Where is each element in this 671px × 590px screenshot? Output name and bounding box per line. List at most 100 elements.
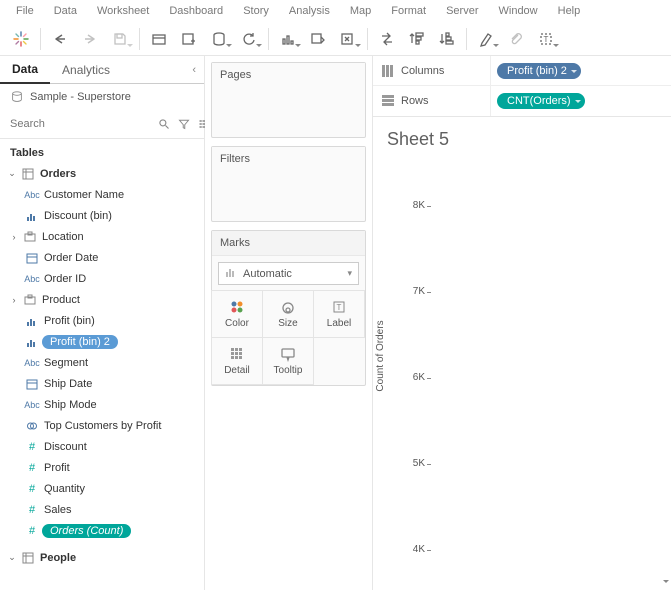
rows-shelf[interactable]: Rows CNT(Orders) [373, 86, 671, 116]
number-icon: # [22, 483, 42, 495]
menu-analysis[interactable]: Analysis [279, 2, 340, 20]
collapse-pane-icon[interactable]: ‹ [184, 64, 204, 76]
ytick-8k: 8K [391, 200, 431, 211]
menu-data[interactable]: Data [44, 2, 87, 20]
rows-pill-cnt-orders[interactable]: CNT(Orders) [497, 93, 585, 109]
menu-map[interactable]: Map [340, 2, 381, 20]
histogram-icon [22, 315, 42, 327]
field-discount-bin[interactable]: Discount (bin) [0, 205, 204, 226]
swap-icon[interactable] [273, 24, 303, 54]
search-icon[interactable] [158, 115, 170, 133]
menu-server[interactable]: Server [436, 2, 488, 20]
duplicate-icon[interactable] [204, 24, 234, 54]
chart-view[interactable]: Count of Orders 8K 7K 6K 5K 4K [373, 156, 671, 590]
marks-empty-cell [313, 337, 365, 385]
text-format-icon[interactable]: T [531, 24, 561, 54]
menu-story[interactable]: Story [233, 2, 279, 20]
set-icon [22, 420, 42, 432]
menu-dashboard[interactable]: Dashboard [159, 2, 233, 20]
marks-detail-button[interactable]: Detail [211, 337, 263, 385]
menu-help[interactable]: Help [548, 2, 591, 20]
field-customer-name[interactable]: AbcCustomer Name [0, 184, 204, 205]
sort-descending-icon[interactable] [432, 24, 462, 54]
tree-people[interactable]: ⌄People [0, 547, 204, 568]
field-top-customers[interactable]: Top Customers by Profit [0, 415, 204, 436]
tab-analytics[interactable]: Analytics [50, 56, 122, 84]
tableau-logo-icon[interactable] [6, 24, 36, 54]
sort-ascending-icon[interactable] [402, 24, 432, 54]
pages-shelf[interactable]: Pages [211, 62, 366, 138]
histogram-icon [22, 210, 42, 222]
field-order-date[interactable]: Order Date [0, 247, 204, 268]
date-icon [22, 378, 42, 390]
menu-bar: File Data Worksheet Dashboard Story Anal… [0, 0, 671, 22]
field-sales[interactable]: #Sales [0, 499, 204, 520]
folder-icon [20, 231, 40, 243]
y-axis-label: Count of Orders [375, 276, 386, 436]
ytick-5k: 5K [391, 458, 431, 469]
save-icon[interactable] [105, 24, 135, 54]
toolbar: T [0, 22, 671, 56]
refresh-icon[interactable] [234, 24, 264, 54]
sort-asc-shelf-icon[interactable] [303, 24, 333, 54]
rows-icon [381, 94, 395, 108]
mark-type-dropdown[interactable]: Automatic▾ [218, 262, 359, 285]
field-ship-date[interactable]: Ship Date [0, 373, 204, 394]
tree-orders[interactable]: ⌄Orders [0, 163, 204, 184]
svg-text:T: T [337, 303, 342, 312]
tables-header: Tables [0, 139, 204, 163]
marks-tooltip-button[interactable]: Tooltip [262, 337, 314, 385]
search-input[interactable] [8, 114, 154, 134]
number-icon: # [22, 462, 42, 474]
abc-icon: Abc [22, 274, 42, 284]
sheet-title[interactable]: Sheet 5 [373, 117, 671, 156]
field-profit[interactable]: #Profit [0, 457, 204, 478]
field-product[interactable]: ›Product [0, 289, 204, 310]
field-segment[interactable]: AbcSegment [0, 352, 204, 373]
columns-shelf[interactable]: Columns Profit (bin) 2 [373, 56, 671, 86]
redo-icon[interactable] [75, 24, 105, 54]
new-data-source-icon[interactable] [144, 24, 174, 54]
highlight-icon[interactable] [471, 24, 501, 54]
field-orders-count[interactable]: #Orders (Count) [0, 520, 204, 541]
new-worksheet-icon[interactable] [174, 24, 204, 54]
menu-worksheet[interactable]: Worksheet [87, 2, 159, 20]
marks-header: Marks [212, 231, 365, 256]
menu-format[interactable]: Format [381, 2, 436, 20]
datasource-name: Sample - Superstore [30, 91, 131, 103]
undo-icon[interactable] [45, 24, 75, 54]
number-icon: # [22, 441, 42, 453]
svg-text:T: T [544, 35, 549, 44]
datasource-row[interactable]: Sample - Superstore [0, 84, 204, 110]
columns-pill-profit-bin-2[interactable]: Profit (bin) 2 [497, 63, 581, 79]
marks-card: Marks Automatic▾ Color Size TLabel Detai… [211, 230, 366, 386]
ytick-4k: 4K [391, 544, 431, 555]
field-profit-bin-2[interactable]: Profit (bin) 2 [0, 331, 204, 352]
marks-label-button[interactable]: TLabel [313, 290, 365, 338]
menu-window[interactable]: Window [489, 2, 548, 20]
field-profit-bin[interactable]: Profit (bin) [0, 310, 204, 331]
tab-data[interactable]: Data [0, 56, 50, 84]
field-ship-mode[interactable]: AbcShip Mode [0, 394, 204, 415]
number-icon: # [22, 504, 42, 516]
field-discount[interactable]: #Discount [0, 436, 204, 457]
shelves-column: Pages Filters Marks Automatic▾ Color Siz… [205, 56, 373, 590]
clear-sheet-icon[interactable] [333, 24, 363, 54]
field-quantity[interactable]: #Quantity [0, 478, 204, 499]
field-order-id[interactable]: AbcOrder ID [0, 268, 204, 289]
filter-icon[interactable] [178, 115, 190, 133]
filters-shelf[interactable]: Filters [211, 146, 366, 222]
ytick-7k: 7K [391, 286, 431, 297]
abc-icon: Abc [22, 190, 42, 200]
histogram-icon [22, 336, 42, 348]
menu-file[interactable]: File [6, 2, 44, 20]
attach-icon[interactable] [501, 24, 531, 54]
swap-rows-columns-icon[interactable] [372, 24, 402, 54]
columns-icon [381, 64, 395, 78]
number-icon: # [22, 525, 42, 537]
ytick-6k: 6K [391, 372, 431, 383]
marks-size-button[interactable]: Size [262, 290, 314, 338]
field-location[interactable]: ›Location [0, 226, 204, 247]
marks-color-button[interactable]: Color [211, 290, 263, 338]
folder-icon [20, 294, 40, 306]
